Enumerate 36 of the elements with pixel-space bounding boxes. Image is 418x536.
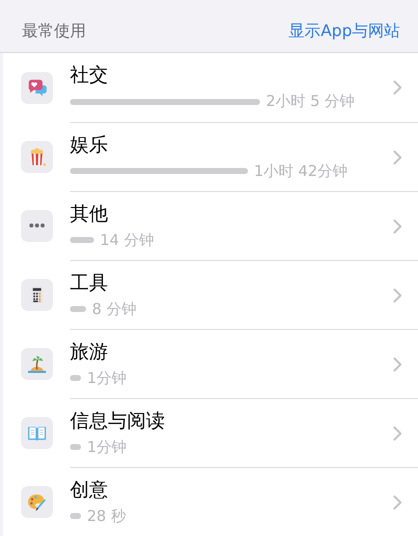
- category-row[interactable]: 娱乐 1小时 42分钟: [3, 122, 418, 191]
- category-name: 创意: [70, 478, 109, 503]
- category-row[interactable]: 旅游 1分钟: [3, 329, 418, 398]
- category-name: 其他: [70, 202, 109, 227]
- chevron-icon: [393, 150, 402, 164]
- usage-time: 1小时 42分钟: [254, 160, 348, 182]
- usage-time: 28 秒: [87, 506, 126, 527]
- usage-time: 8 分钟: [92, 298, 136, 320]
- category-name: 信息与阅读: [70, 408, 166, 434]
- chevron-icon: [393, 356, 402, 372]
- category-row[interactable]: 信息与阅读 1分钟: [3, 398, 418, 467]
- chevron-icon: [393, 80, 402, 95]
- usage-time: 1分钟: [87, 436, 127, 458]
- usage-bar: [70, 306, 86, 312]
- chevron-icon: [393, 494, 402, 510]
- category-row[interactable]: 社交 2小时 5 分钟: [3, 53, 418, 122]
- show-apps-link[interactable]: 显示App与网站: [288, 19, 400, 43]
- ellipsis-icon: [29, 223, 45, 228]
- usage-time: 14 分钟: [100, 230, 154, 251]
- category-name: 娱乐: [70, 132, 109, 158]
- chevron-icon: [393, 288, 402, 302]
- usage-time: 1分钟: [87, 368, 127, 389]
- usage-bar: [70, 237, 94, 243]
- chevron-icon: [393, 426, 402, 440]
- usage-bar: [70, 444, 81, 450]
- chevron-icon: [393, 218, 402, 234]
- usage-bar: [70, 375, 81, 381]
- section-title: 最常使用: [22, 20, 86, 42]
- category-row[interactable]: 工具 8 分钟: [3, 260, 418, 329]
- usage-bar: [70, 513, 81, 519]
- category-name: 旅游: [70, 340, 109, 365]
- category-name: 工具: [70, 270, 109, 296]
- category-row[interactable]: 其他 14 分钟: [3, 191, 418, 260]
- usage-time: 2小时 5 分钟: [266, 91, 355, 112]
- category-row[interactable]: 创意 28 秒: [3, 467, 418, 536]
- category-name: 社交: [70, 63, 109, 88]
